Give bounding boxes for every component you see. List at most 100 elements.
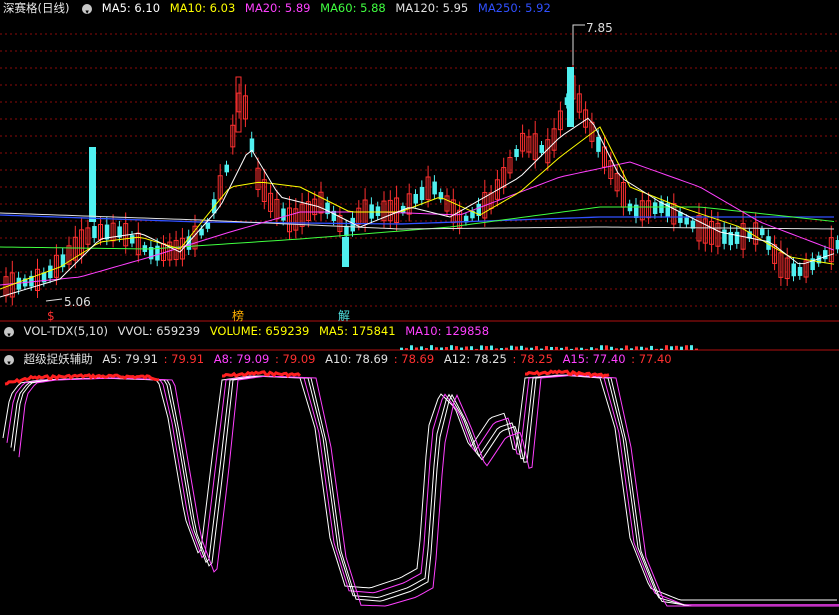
- volume-bar: [510, 345, 513, 350]
- volume-bar: [560, 347, 563, 350]
- candle-body: [224, 164, 229, 173]
- signal-band: [221, 370, 302, 378]
- candle-body: [92, 226, 97, 238]
- volume-bar: [530, 347, 533, 350]
- volume-bar: [650, 345, 653, 350]
- candle-body: [652, 202, 658, 214]
- volume-bar: [575, 347, 578, 350]
- candle-body: [413, 193, 418, 204]
- volume-bar: [420, 346, 423, 350]
- ma120-label: MA120: 5.95: [395, 1, 469, 15]
- volume-bar: [680, 346, 683, 350]
- ma250-label: MA250: 5.92: [477, 1, 551, 15]
- volume-bar: [450, 345, 453, 350]
- volume-title: VOL-TDX(5,10): [23, 324, 109, 338]
- a15-label: A15: 77.40: [562, 352, 626, 366]
- stock-title: 深赛格(日线): [3, 1, 70, 15]
- a8-label: A8: 79.09: [213, 352, 270, 366]
- volume-bar: [460, 347, 463, 350]
- volume-bar: [505, 347, 508, 350]
- volume-bar: [405, 348, 408, 350]
- vvol-label: VVOL: 659239: [117, 324, 201, 338]
- volume-bar: [550, 346, 553, 350]
- volume-bar: [515, 346, 518, 350]
- high-pointer: [572, 24, 585, 65]
- volume-bar: [525, 347, 528, 350]
- candle-body: [567, 67, 574, 127]
- candle-body: [760, 228, 765, 236]
- candle-body: [375, 206, 381, 216]
- volume-bar: [470, 346, 473, 350]
- a8-line: [6, 374, 839, 606]
- volume-bar: [685, 345, 688, 350]
- volume-bar: [415, 347, 418, 350]
- volume-bar: [570, 348, 573, 350]
- indicator-title: 超级捉妖辅助: [23, 352, 93, 366]
- volume-bar: [655, 348, 658, 350]
- volume-bar: [475, 348, 478, 350]
- volume-bar: [630, 348, 633, 350]
- ma60-label: MA60: 5.88: [320, 1, 386, 15]
- candlestick-chart[interactable]: [0, 17, 839, 323]
- candle-body: [734, 231, 740, 244]
- collapse-icon[interactable]: ▾: [4, 326, 14, 339]
- candle-body: [823, 250, 828, 260]
- volume-bar: [455, 346, 458, 350]
- candle-body: [432, 181, 437, 195]
- ma20-label: MA20: 5.89: [244, 1, 311, 15]
- a12-value: : 78.25: [512, 352, 553, 366]
- collapse-icon[interactable]: ▾: [82, 3, 93, 16]
- indicator-header: ▾ 超级捉妖辅助 A5: 79.91 : 79.91 A8: 79.09 : 7…: [0, 351, 839, 368]
- volume-chart[interactable]: [0, 340, 839, 351]
- volume-bar: [585, 348, 588, 350]
- candle-body: [722, 229, 727, 244]
- candle-body: [514, 149, 519, 158]
- volume-bar: [605, 345, 608, 350]
- volume-bar: [480, 345, 483, 350]
- volume-label: VOLUME: 659239: [209, 324, 310, 338]
- volume-bar: [435, 347, 438, 350]
- volume-bar: [625, 345, 628, 350]
- candle-body: [596, 136, 601, 152]
- volume-bar: [675, 345, 678, 350]
- candle-body: [48, 265, 53, 279]
- candle-body: [797, 266, 803, 276]
- candle-body: [419, 186, 425, 201]
- ma10-label: MA10: 6.03: [169, 1, 236, 15]
- collapse-icon[interactable]: ▾: [4, 354, 14, 367]
- volume-bar: [440, 347, 443, 350]
- low-pointer: [45, 298, 63, 302]
- volume-bar: [485, 346, 488, 350]
- volume-bar: [665, 345, 668, 350]
- candle-body: [791, 263, 796, 277]
- candle-body: [89, 147, 96, 222]
- volume-bar: [610, 346, 613, 350]
- volume-bar: [540, 348, 543, 350]
- a10-label: A10: 78.69: [325, 352, 389, 366]
- volume-bar: [410, 345, 413, 350]
- volume-header: ▾ VOL-TDX(5,10) VVOL: 659239 VOLUME: 659…: [0, 323, 839, 340]
- volume-bar: [600, 345, 603, 350]
- volume-bar: [695, 348, 698, 350]
- a5-label: A5: 79.91: [102, 352, 158, 366]
- a5-line: [2, 374, 837, 601]
- a5-value: : 79.91: [163, 352, 205, 366]
- indicator-chart[interactable]: [0, 368, 839, 615]
- high-price-label: 7.85: [586, 21, 613, 35]
- a10-value: : 78.69: [393, 352, 435, 366]
- signal-marker-dollar: $: [47, 309, 55, 323]
- volume-bar: [640, 346, 643, 350]
- volume-bar: [555, 346, 558, 350]
- volume-bar: [495, 348, 498, 350]
- volume-bar: [445, 347, 448, 350]
- signal-marker-jie: 解: [338, 309, 351, 323]
- volume-bar: [430, 345, 433, 350]
- a12-label: A12: 78.25: [443, 352, 507, 366]
- volume-bar: [660, 348, 663, 350]
- a15-value: : 77.40: [631, 352, 672, 366]
- candle-body: [130, 235, 135, 244]
- volume-bar: [565, 346, 568, 350]
- volume-bar: [595, 348, 598, 350]
- volume-bar: [425, 347, 428, 350]
- vol-ma10-label: MA10: 129858: [405, 324, 490, 338]
